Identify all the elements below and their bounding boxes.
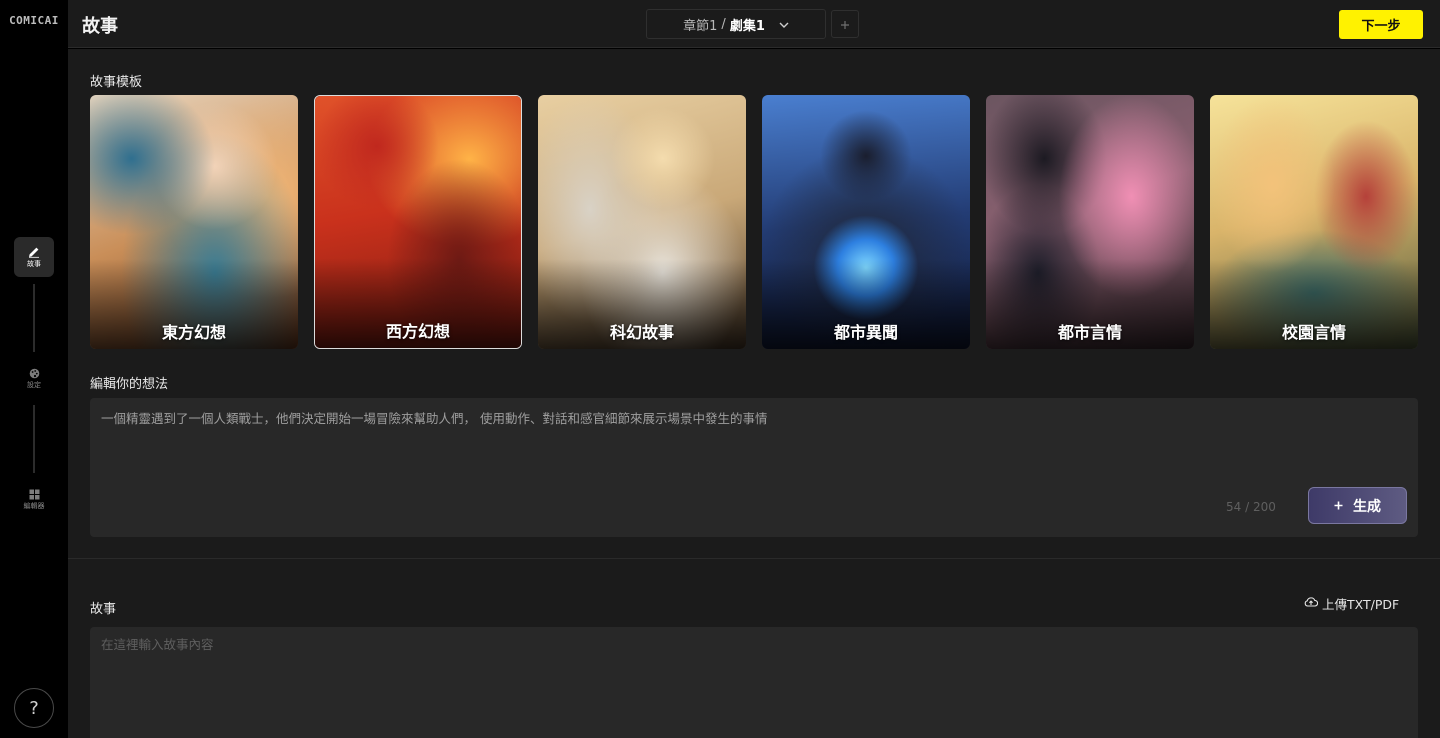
template-name: 都市異聞 (833, 323, 898, 342)
breadcrumb-separator: / (721, 16, 726, 32)
template-card-urban-mystery[interactable]: 都市異聞 (762, 95, 970, 349)
story-content-box (90, 627, 1418, 738)
main-panel: 故事模板 東方幻想 西方幻想 科幻故事 都市異聞 都市言情 校園言情 編輯你的想… (68, 49, 1440, 738)
template-card-western-fantasy[interactable]: 西方幻想 (314, 95, 522, 349)
add-episode-button[interactable] (831, 10, 859, 38)
template-card-eastern-fantasy[interactable]: 東方幻想 (90, 95, 298, 349)
sidebar-connector (33, 405, 35, 473)
pencil-icon (28, 246, 40, 258)
layout-grid-icon (29, 489, 40, 500)
character-counter: 54 / 200 (1226, 500, 1276, 514)
templates-heading: 故事模板 (90, 75, 143, 90)
template-name: 科幻故事 (609, 323, 674, 342)
chevron-down-icon (779, 17, 789, 32)
plus-icon (1334, 498, 1343, 514)
template-list: 東方幻想 西方幻想 科幻故事 都市異聞 都市言情 校園言情 (90, 95, 1418, 349)
sidebar-item-label: 編輯器 (23, 501, 45, 510)
idea-heading: 編輯你的想法 (90, 377, 169, 392)
template-name: 西方幻想 (385, 322, 450, 341)
top-bar: 故事 章節1 / 劇集1 下一步 (68, 0, 1440, 48)
chapter-label: 章節1 (683, 18, 718, 34)
template-name: 都市言情 (1057, 323, 1122, 342)
sidebar: COMICAI 故事 設定 編輯器 ? (0, 0, 68, 738)
episode-select[interactable]: 章節1 / 劇集1 (646, 9, 826, 39)
idea-text[interactable]: 一個精靈遇到了一個人類戰士，他們決定開始一場冒險來幫助人們， 使用動作、對話和感… (101, 408, 767, 427)
sidebar-item-story[interactable]: 故事 (14, 237, 54, 277)
generate-label: 生成 (1353, 498, 1381, 515)
episode-label: 劇集1 (729, 18, 765, 34)
template-card-urban-romance[interactable]: 都市言情 (986, 95, 1194, 349)
sidebar-item-settings[interactable]: 設定 (14, 358, 54, 398)
template-name: 東方幻想 (161, 323, 226, 342)
template-card-campus-romance[interactable]: 校園言情 (1210, 95, 1418, 349)
section-divider (68, 558, 1440, 559)
sidebar-item-label: 設定 (27, 380, 41, 389)
sidebar-connector (33, 284, 35, 352)
palette-icon (29, 368, 40, 379)
cloud-upload-icon (1304, 596, 1319, 611)
idea-textarea[interactable]: 一個精靈遇到了一個人類戰士，他們決定開始一場冒險來幫助人們， 使用動作、對話和感… (90, 398, 1418, 537)
help-button[interactable]: ? (14, 688, 54, 728)
story-input[interactable] (101, 637, 1401, 652)
app-logo: COMICAI (9, 14, 59, 27)
upload-file-button[interactable]: 上傳TXT/PDF (1304, 594, 1399, 613)
plus-icon (840, 15, 850, 34)
upload-label: 上傳TXT/PDF (1322, 597, 1400, 612)
template-card-sci-fi[interactable]: 科幻故事 (538, 95, 746, 349)
page-title: 故事 (82, 16, 118, 37)
next-step-button[interactable]: 下一步 (1339, 10, 1423, 39)
generate-button[interactable]: 生成 (1308, 487, 1407, 524)
template-name: 校園言情 (1281, 323, 1346, 342)
sidebar-item-label: 故事 (27, 260, 41, 268)
question-icon: ? (29, 697, 39, 719)
story-heading: 故事 (90, 602, 117, 617)
sidebar-item-editor[interactable]: 編輯器 (14, 479, 54, 519)
